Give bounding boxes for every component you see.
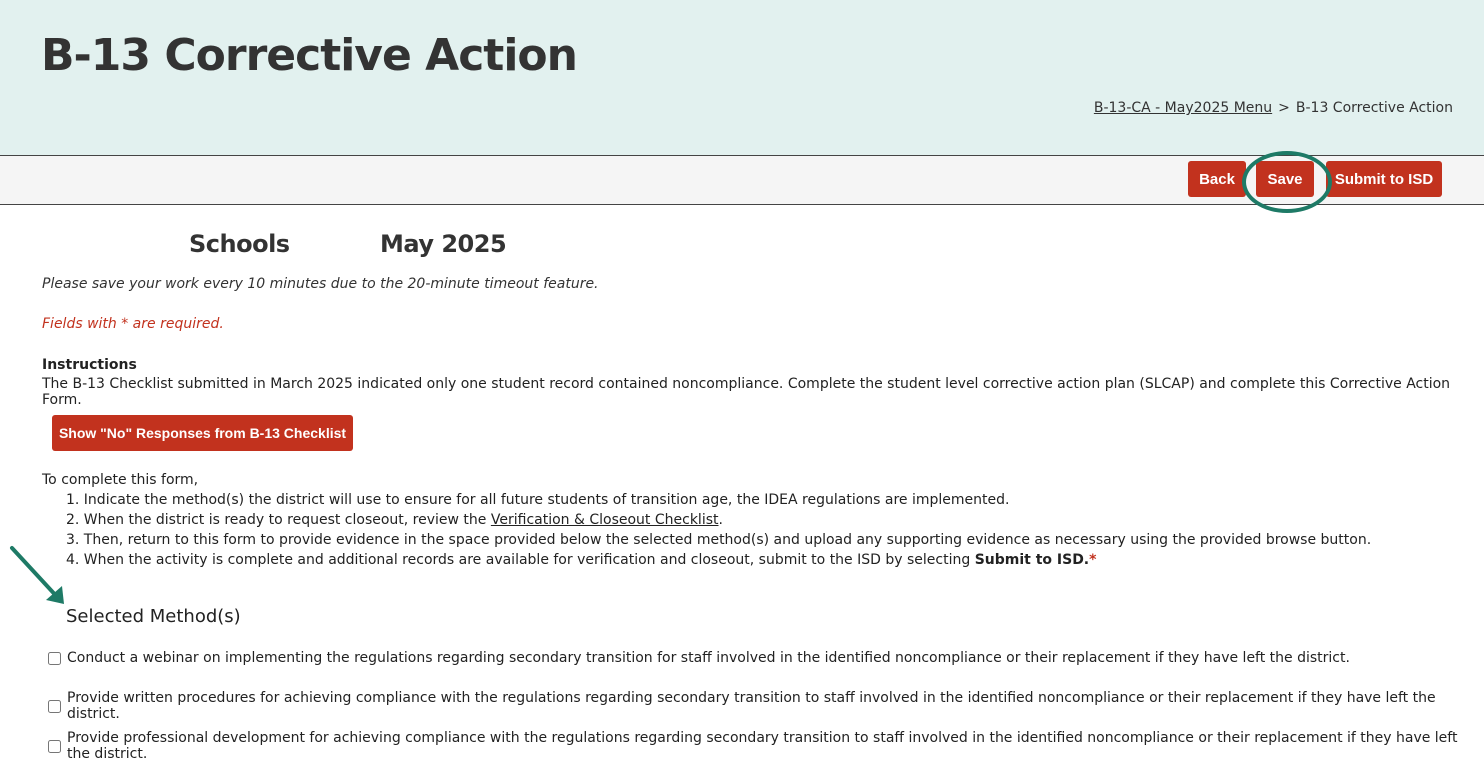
list-item: 4. When the activity is complete and add… bbox=[66, 552, 1371, 572]
page-title: B-13 Corrective Action bbox=[41, 30, 578, 81]
method-label: Provide professional development for ach… bbox=[67, 730, 1458, 762]
annotation-arrow-icon bbox=[10, 546, 64, 604]
complete-intro-text: To complete this form, bbox=[42, 472, 199, 488]
method-option-written-procedures[interactable]: Provide written procedures for achieving… bbox=[48, 690, 1484, 722]
list-item: 2. When the district is ready to request… bbox=[66, 512, 1371, 532]
breadcrumb-current: B-13 Corrective Action bbox=[1295, 100, 1453, 116]
list-item: 1. Indicate the method(s) the district w… bbox=[66, 492, 1010, 508]
instructions-heading: Instructions bbox=[42, 357, 137, 373]
submit-to-isd-button[interactable]: Submit to ISD bbox=[1326, 161, 1442, 197]
show-no-responses-button[interactable]: Show "No" Responses from B-13 Checklist bbox=[52, 415, 353, 451]
instructions-text: The B-13 Checklist submitted in March 20… bbox=[42, 376, 1451, 408]
method-option-professional-development[interactable]: Provide professional development for ach… bbox=[48, 730, 1484, 762]
method-checkbox[interactable] bbox=[48, 651, 61, 665]
save-button[interactable]: Save bbox=[1256, 161, 1314, 197]
method-label: Conduct a webinar on implementing the re… bbox=[67, 650, 1350, 666]
method-checkbox[interactable] bbox=[48, 739, 61, 753]
list-item: 3. Then, return to this form to provide … bbox=[66, 532, 1372, 548]
verification-checklist-link[interactable]: Verification & Closeout Checklist bbox=[491, 512, 719, 528]
required-note: Fields with * are required. bbox=[42, 316, 224, 332]
action-toolbar: Back Save Submit to ISD bbox=[0, 155, 1484, 205]
selected-methods-heading: Selected Method(s) bbox=[66, 606, 241, 627]
timeout-note: Please save your work every 10 minutes d… bbox=[42, 276, 599, 292]
step-text: 4. When the activity is complete and add… bbox=[66, 552, 975, 568]
schools-heading: Schools bbox=[189, 230, 290, 258]
submit-reference: Submit to ISD. bbox=[974, 552, 1090, 568]
back-button[interactable]: Back bbox=[1188, 161, 1246, 197]
steps-list: 1. Indicate the method(s) the district w… bbox=[66, 492, 1371, 572]
method-checkbox[interactable] bbox=[48, 699, 61, 713]
step-text: . bbox=[718, 512, 723, 528]
breadcrumb-separator: > bbox=[1278, 100, 1290, 116]
month-heading: May 2025 bbox=[380, 230, 507, 258]
breadcrumb-menu-link[interactable]: B-13-CA - May2025 Menu bbox=[1094, 100, 1272, 116]
breadcrumb: B-13-CA - May2025 Menu > B-13 Corrective A… bbox=[1094, 100, 1453, 116]
page-header: B-13 Corrective Action B-13-CA - May2025… bbox=[0, 0, 1484, 155]
method-label: Provide written procedures for achieving… bbox=[67, 690, 1436, 722]
required-star: * bbox=[1089, 552, 1097, 568]
method-option-webinar[interactable]: Conduct a webinar on implementing the re… bbox=[48, 650, 1350, 666]
step-text: 2. When the district is ready to request… bbox=[66, 512, 491, 528]
